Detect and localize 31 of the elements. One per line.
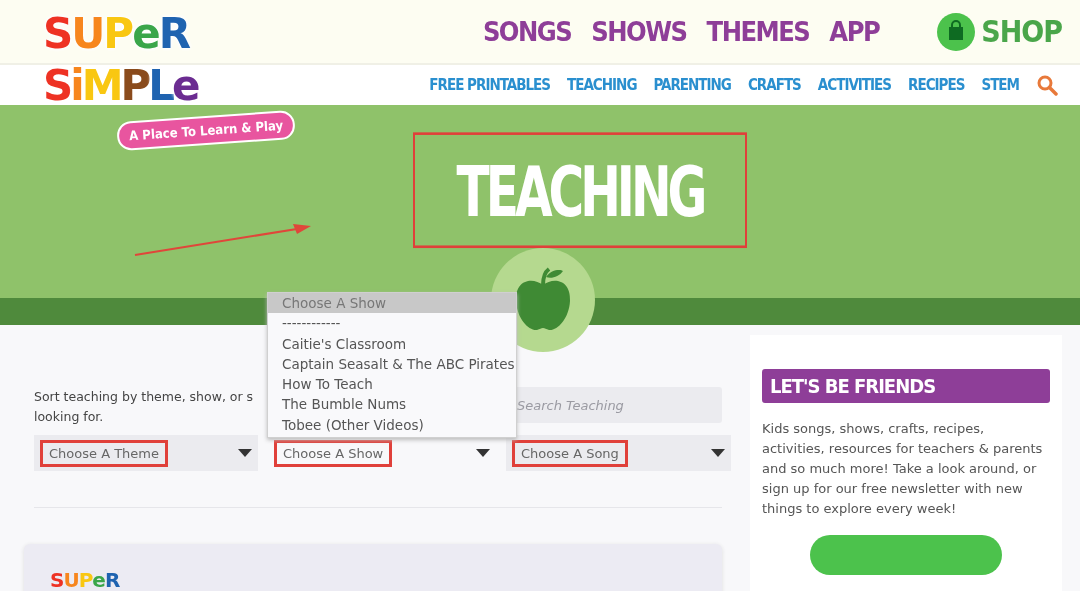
nav-link[interactable]: APP [829,16,880,47]
nav-link[interactable]: TEACHING [567,76,637,94]
section-heading: LET'S BE FRIENDS [762,369,1050,403]
nav-link[interactable]: SONGS [482,16,572,47]
dropdown-select[interactable]: Choose A Song [506,435,731,471]
caret-icon [711,449,725,457]
nav-link[interactable]: FREE PRINTABLES [429,76,550,94]
shop-link[interactable]: SHOP [937,12,1062,51]
dropdown-option[interactable]: Caitie's Classroom [268,333,516,354]
sidebar-text: Kids songs, shows, crafts, recipes, activities, resources for teachers & parents and so much more! Take a look around, or sign up for our free newsletter with new things to explore every week! [762,420,1044,518]
dropdown-select[interactable]: Choose A Theme [34,435,258,471]
caret-icon [238,449,252,457]
nav-link[interactable]: CRAFTS [747,76,801,94]
nav-link[interactable]: THEMES [706,16,810,47]
intro-text: Sort teaching by theme, show, or s [34,388,254,406]
content-card[interactable]: SUPeR [24,544,722,591]
dropdown-option[interactable]: Captain Seasalt & The ABC Pirates [268,353,516,375]
nav-link[interactable]: RECIPES [908,76,965,94]
logo[interactable]: SUPeR SiMPLe [35,8,206,112]
signup-button[interactable] [810,535,1002,575]
shopping-bag-icon [937,12,976,51]
dropdown-option[interactable]: ------------ [268,313,516,334]
nav-link[interactable]: PARENTING [653,76,731,94]
nav-link[interactable]: SHOWS [591,16,687,47]
page-title: TEACHING [456,150,704,233]
search-icon[interactable] [1036,74,1058,96]
nav-link[interactable]: ACTIVITIES [817,76,892,94]
intro-text: looking for. [34,408,104,426]
caret-icon [476,449,490,457]
nav-link[interactable]: STEM [981,76,1019,94]
logo: SUPeR [50,568,120,591]
